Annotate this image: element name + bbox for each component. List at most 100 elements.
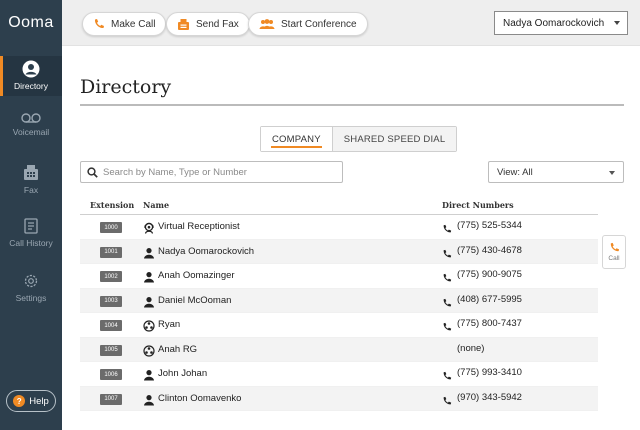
table-row[interactable]: 1005 Anah RG (none) [80, 337, 598, 362]
direct-number[interactable]: (775) 900-9075 [457, 269, 522, 280]
direct-number[interactable]: (775) 430-4678 [457, 245, 522, 256]
phone-icon [610, 242, 619, 252]
direct-number[interactable]: (775) 800-7437 [457, 318, 522, 329]
chevron-down-icon [609, 171, 615, 175]
help-label: Help [29, 395, 49, 407]
search-input[interactable] [103, 166, 333, 178]
column-header-name: Name [143, 200, 170, 210]
table-row[interactable]: 1004 Ryan (775) 800-7437 [80, 313, 598, 338]
receptionist-icon [143, 221, 155, 234]
person-icon [143, 368, 155, 381]
start-conference-label: Start Conference [281, 18, 357, 30]
extension-badge: 1006 [100, 369, 122, 380]
sidebar-item-label: Settings [15, 293, 47, 303]
extension-badge: 1000 [100, 222, 122, 233]
view-filter-value: View: All [497, 166, 533, 178]
help-button[interactable]: ? Help [6, 390, 56, 412]
sidebar-item-directory[interactable]: Directory [0, 56, 62, 96]
phone-icon [442, 368, 452, 380]
help-icon: ? [13, 395, 26, 407]
contact-name: John Johan [158, 368, 208, 379]
sidebar-item-call-history[interactable]: Call History [0, 217, 62, 253]
direct-number[interactable]: (775) 993-3410 [457, 367, 522, 378]
chevron-down-icon [614, 21, 620, 25]
directory-table: Extension Name Direct Numbers 1000 Virtua… [80, 196, 598, 411]
search-box[interactable] [80, 161, 343, 183]
table-row[interactable]: 1003 Daniel McOoman (408) 677-5995 [80, 288, 598, 313]
page-title: Directory [80, 76, 172, 98]
tab-company[interactable]: COMPANY [261, 127, 333, 151]
table-row[interactable]: 1000 Virtual Receptionist (775) 525-5344 [80, 215, 598, 240]
voicemail-icon [21, 113, 41, 123]
table-row[interactable]: 1006 John Johan (775) 993-3410 [80, 362, 598, 387]
contact-name: Virtual Receptionist [158, 221, 240, 232]
phone-icon [442, 270, 452, 282]
extension-badge: 1007 [100, 393, 122, 405]
direct-number[interactable]: (775) 525-5344 [457, 220, 522, 231]
sidebar-item-label: Directory [13, 81, 48, 91]
direct-number[interactable]: (970) 343-5942 [457, 392, 522, 403]
top-bar: Make Call Send Fax Start Conference Nady… [62, 0, 640, 46]
ring-group-icon [143, 319, 155, 332]
person-icon [143, 246, 155, 258]
user-selector[interactable]: Nadya Oomarockovich [494, 11, 628, 35]
table-row[interactable]: 1007 Clinton Oomavenko (970) 343-5942 [80, 386, 598, 411]
ring-group-icon [143, 344, 155, 357]
make-call-button[interactable]: Make Call [82, 12, 167, 36]
contact-name: Nadya Oomarockovich [158, 245, 255, 257]
title-divider [80, 104, 624, 106]
table-row[interactable]: 1002 Anah Oomazinger (775) 900-9075 [80, 264, 598, 289]
sidebar: Ooma Directory Voicemail Fax Call Histor… [0, 0, 62, 430]
call-history-icon [24, 218, 38, 234]
call-side-button[interactable]: Call [602, 235, 626, 269]
extension-badge: 1003 [100, 295, 122, 307]
sidebar-item-voicemail[interactable]: Voicemail [0, 112, 62, 148]
phone-icon [442, 295, 452, 306]
table-header: Extension Name Direct Numbers [80, 196, 598, 215]
sidebar-item-fax[interactable]: Fax [0, 164, 62, 200]
make-call-label: Make Call [111, 18, 156, 30]
person-icon [143, 270, 155, 283]
phone-icon [442, 319, 452, 331]
call-side-label: Call [608, 255, 620, 262]
contact-name: Clinton Oomavenko [158, 392, 242, 404]
user-name: Nadya Oomarockovich [503, 17, 605, 29]
direct-number: (none) [457, 342, 485, 354]
contact-name: Daniel McOoman [158, 294, 232, 306]
phone-icon [94, 19, 104, 29]
extension-badge: 1002 [100, 271, 122, 282]
sidebar-item-label: Voicemail [12, 127, 50, 137]
send-fax-label: Send Fax [196, 18, 239, 30]
contact-name: Anah RG [158, 343, 198, 355]
gear-icon [24, 274, 38, 288]
sidebar-item-settings[interactable]: Settings [0, 272, 62, 308]
directory-tabs: COMPANY SHARED SPEED DIAL [260, 126, 458, 152]
send-fax-button[interactable]: Send Fax [166, 12, 250, 36]
tab-shared-speed-dial[interactable]: SHARED SPEED DIAL [332, 127, 457, 151]
user-circle-icon [22, 60, 40, 78]
person-icon [143, 393, 155, 405]
view-filter-select[interactable]: View: All [488, 161, 624, 183]
start-conference-button[interactable]: Start Conference [248, 12, 368, 36]
conference-icon [259, 19, 275, 29]
fax-icon [24, 165, 38, 180]
ooma-logo: Ooma [8, 14, 54, 31]
table-body: 1000 Virtual Receptionist (775) 525-5344 10… [80, 215, 598, 411]
phone-icon [442, 393, 452, 404]
person-icon [143, 295, 155, 307]
extension-badge: 1005 [100, 344, 122, 356]
search-icon [87, 166, 98, 178]
fax-icon [178, 18, 189, 30]
sidebar-item-label: Fax [23, 185, 39, 195]
contact-name: Ryan [158, 319, 181, 330]
contact-name: Anah Oomazinger [158, 270, 235, 281]
extension-badge: 1004 [100, 320, 122, 331]
table-row[interactable]: 1001 Nadya Oomarockovich (775) 430-4678 [80, 239, 598, 264]
direct-number[interactable]: (408) 677-5995 [457, 294, 522, 305]
extension-badge: 1001 [100, 246, 122, 258]
phone-icon [442, 246, 452, 257]
phone-icon [442, 221, 452, 233]
sidebar-item-label: Call History [9, 238, 53, 248]
column-header-direct-numbers: Direct Numbers [442, 200, 514, 210]
column-header-extension: Extension [90, 200, 135, 210]
